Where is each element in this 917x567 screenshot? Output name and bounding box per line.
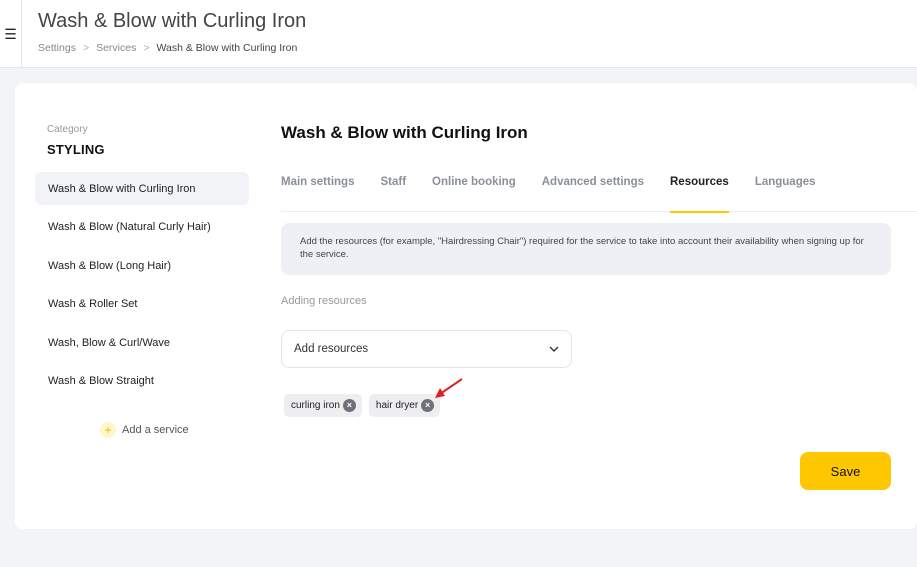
service-item-wash-blow-long-hair[interactable]: Wash & Blow (Long Hair): [35, 249, 249, 282]
adding-resources-label: Adding resources: [281, 295, 367, 307]
plus-icon: +: [100, 422, 116, 438]
page-title: Wash & Blow with Curling Iron: [38, 10, 307, 32]
info-box: Add the resources (for example, "Hairdre…: [281, 223, 891, 275]
breadcrumb-current: Wash & Blow with Curling Iron: [156, 42, 298, 54]
category-label: Category: [47, 124, 88, 135]
remove-chip-icon[interactable]: ×: [342, 399, 356, 412]
save-button[interactable]: Save: [800, 452, 891, 490]
annotation-arrow-icon: [435, 378, 463, 398]
resource-chips: curling iron × hair dryer ×: [284, 394, 441, 417]
breadcrumb-separator: >: [143, 42, 150, 54]
hamburger-menu-icon[interactable]: ☰: [0, 0, 22, 68]
chip-label: hair dryer: [375, 400, 419, 411]
service-item-wash-blow-curl-wave[interactable]: Wash, Blow & Curl/Wave: [35, 326, 249, 359]
tab-staff[interactable]: Staff: [380, 167, 406, 212]
service-item-wash-roller-set[interactable]: Wash & Roller Set: [35, 288, 249, 321]
chevron-down-icon: [549, 344, 559, 355]
service-list: Wash & Blow with Curling Iron Wash & Blo…: [35, 172, 249, 403]
breadcrumb-services[interactable]: Services: [96, 42, 136, 54]
add-service-button[interactable]: + Add a service: [100, 422, 189, 438]
tab-advanced-settings[interactable]: Advanced settings: [542, 167, 644, 212]
resource-chip-curling-iron: curling iron ×: [284, 394, 362, 417]
category-name: STYLING: [47, 142, 105, 157]
top-bar: ☰ Wash & Blow with Curling Iron Settings…: [0, 0, 917, 68]
breadcrumb-separator: >: [82, 42, 90, 54]
service-title: Wash & Blow with Curling Iron: [281, 123, 528, 142]
tab-online-booking[interactable]: Online booking: [432, 167, 516, 212]
add-service-label: Add a service: [122, 424, 189, 436]
tab-languages[interactable]: Languages: [755, 167, 816, 212]
resource-chip-hair-dryer: hair dryer ×: [368, 394, 441, 417]
tab-resources[interactable]: Resources: [670, 167, 729, 213]
service-item-wash-blow-straight[interactable]: Wash & Blow Straight: [35, 365, 249, 398]
tab-bar: Main settings Staff Online booking Advan…: [281, 167, 917, 213]
breadcrumb-settings[interactable]: Settings: [38, 42, 76, 54]
chip-label: curling iron: [291, 400, 340, 411]
service-card: Category STYLING Wash & Blow with Curlin…: [15, 83, 917, 529]
service-item-wash-blow-curling-iron[interactable]: Wash & Blow with Curling Iron: [35, 172, 249, 205]
service-item-wash-blow-natural-curly[interactable]: Wash & Blow (Natural Curly Hair): [35, 211, 249, 244]
tab-main-settings[interactable]: Main settings: [281, 167, 354, 212]
breadcrumb: Settings > Services > Wash & Blow with C…: [38, 42, 297, 54]
add-resources-dropdown[interactable]: Add resources: [281, 330, 572, 368]
dropdown-placeholder: Add resources: [294, 343, 369, 355]
